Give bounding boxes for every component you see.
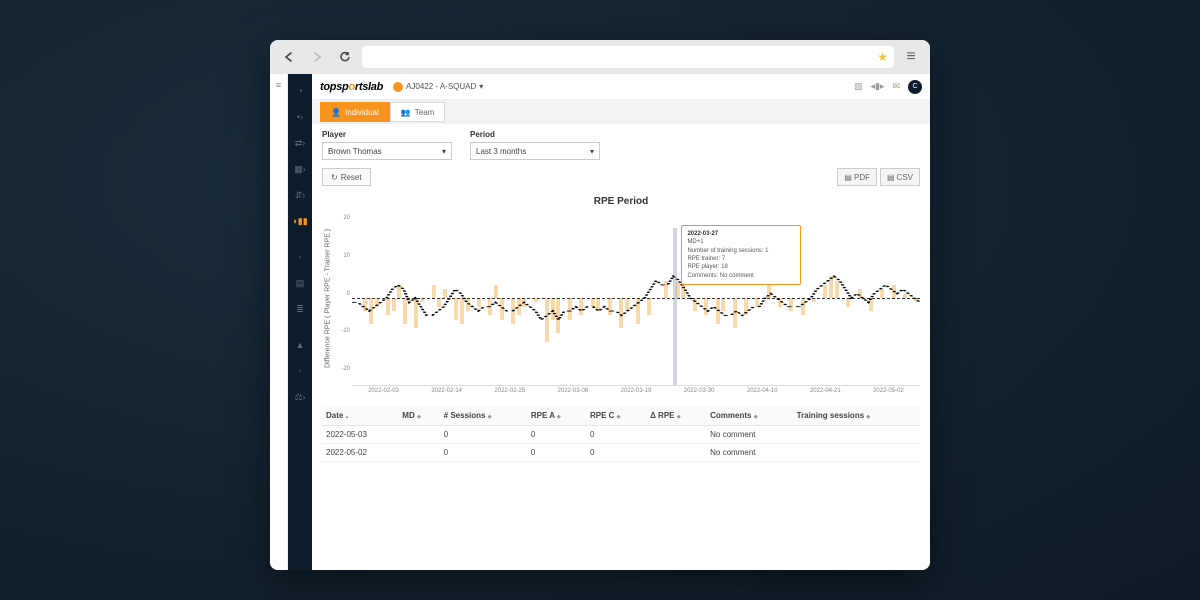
player-label: Player [322,130,452,139]
sidebar-item-1[interactable]: •› [288,104,312,130]
avatar[interactable]: C [908,80,922,94]
chart-title: RPE Period [322,196,920,207]
chart-section: RPE Period Difference RPE ( Player RPE -… [312,192,930,398]
table-col-0[interactable]: Date ▴ [322,406,398,426]
table-col-4[interactable]: RPE C ◆ [586,406,646,426]
table-row[interactable]: 2022-05-03000No comment [322,426,920,444]
chart-tooltip: 2022-03-27 MD+1 Number of training sessi… [681,225,801,285]
app-logo: topsportslab [320,81,383,93]
browser-menu-icon[interactable]: ≡ [900,48,922,66]
crest-icon [393,82,403,92]
browser-toolbar: ★ ≡ [270,40,930,74]
table-col-6[interactable]: Comments ◆ [706,406,792,426]
app-content: ≡ ◔ •› ⇄› ▦› ⇵› ◗▮▮ ◦ ▤ ≣ ▲ ◦ ⚖› topspor… [270,74,930,570]
player-select[interactable]: Brown Thomas▾ [322,142,452,160]
table-col-1[interactable]: MD ◆ [398,406,439,426]
url-bar[interactable]: ★ [362,46,894,68]
sidebar-item-dashboard[interactable]: ◔ [288,78,312,104]
export-pdf-button[interactable]: ▤PDF [837,168,877,186]
forward-button[interactable] [306,46,328,68]
chevron-down-icon: ▾ [442,147,446,156]
header-action-3[interactable]: ✉ [892,81,900,92]
browser-window: ★ ≡ ≡ ◔ •› ⇄› ▦› ⇵› ◗▮▮ ◦ ▤ ≣ ▲ ◦ ⚖› top… [270,40,930,570]
period-label: Period [470,130,600,139]
reload-button[interactable] [334,46,356,68]
tab-bar: 👤Individual 👥Team [312,100,930,124]
back-button[interactable] [278,46,300,68]
sidebar-item-5[interactable]: ◦ [288,244,312,270]
app-header: topsportslab AJ0422 - A-SQUAD ▾ ▧ ◂▮▸ ✉ … [312,74,930,100]
sidebar-item-3[interactable]: ▦› [288,156,312,182]
file-icon: ▤ [844,173,852,182]
export-csv-button[interactable]: ▤CSV [880,168,920,186]
filter-row: Player Brown Thomas▾ Period Last 3 month… [312,124,930,166]
bookmark-star-icon[interactable]: ★ [877,50,888,64]
hover-vline [673,228,677,385]
period-select[interactable]: Last 3 months▾ [470,142,600,160]
refresh-icon: ↻ [331,173,338,182]
sidebar-item-7[interactable]: ≣ [288,296,312,322]
tab-individual[interactable]: 👤Individual [320,102,390,122]
sidebar-item-9[interactable]: ◦ [288,358,312,384]
sidebar-item-4[interactable]: ⇵› [288,182,312,208]
main-area: topsportslab AJ0422 - A-SQUAD ▾ ▧ ◂▮▸ ✉ … [312,74,930,570]
table-col-5[interactable]: Δ RPE ◆ [646,406,706,426]
sidebar-item-rpe[interactable]: ◗▮▮ [288,208,312,234]
header-action-1[interactable]: ▧ [854,81,863,92]
chart-area: Difference RPE ( Player RPE - Trainer RP… [322,211,920,386]
data-table: Date ▴MD ◆# Sessions ◆RPE A ◆RPE C ◆Δ RP… [322,406,920,462]
reset-button[interactable]: ↻Reset [322,168,371,186]
table-header-row: Date ▴MD ◆# Sessions ◆RPE A ◆RPE C ◆Δ RP… [322,406,920,426]
table-row[interactable]: 2022-05-02000No comment [322,444,920,462]
y-axis: 20100-10-20 [334,211,352,386]
sidebar-item-6[interactable]: ▤ [288,270,312,296]
person-icon: 👤 [331,108,341,117]
squad-selector[interactable]: AJ0422 - A-SQUAD ▾ [393,82,483,92]
sidebar: ◔ •› ⇄› ▦› ⇵› ◗▮▮ ◦ ▤ ≣ ▲ ◦ ⚖› [288,74,312,570]
table-col-2[interactable]: # Sessions ◆ [440,406,527,426]
sidebar-item-8[interactable]: ▲ [288,332,312,358]
bars-icon: ◗▮▮ [292,216,307,227]
x-axis: 2022-02-032022-02-142022-02-252022-03-08… [322,388,920,394]
y-axis-label: Difference RPE ( Player RPE - Trainer RP… [322,211,334,386]
people-icon: 👥 [401,108,411,117]
table-body: 2022-05-03000No comment2022-05-02000No c… [322,426,920,462]
table-section: Date ▴MD ◆# Sessions ◆RPE A ◆RPE C ◆Δ RP… [312,398,930,462]
file-icon: ▤ [887,173,895,182]
action-row: ↻Reset ▤PDF ▤CSV [312,166,930,192]
chevron-down-icon: ▾ [590,147,594,156]
table-col-3[interactable]: RPE A ◆ [527,406,586,426]
squad-label: AJ0422 - A-SQUAD [406,82,476,91]
table-col-7[interactable]: Training sessions ◆ [793,406,920,426]
header-action-2[interactable]: ◂▮▸ [870,81,884,92]
sidebar-item-2[interactable]: ⇄› [288,130,312,156]
gauge-icon: ◔ [297,86,302,96]
chevron-down-icon: ▾ [479,82,483,91]
menu-toggle-icon[interactable]: ≡ [270,74,288,570]
sidebar-item-10[interactable]: ⚖› [288,384,312,410]
tab-team[interactable]: 👥Team [390,102,446,122]
chart-plot[interactable]: 2022-03-27 MD+1 Number of training sessi… [352,211,920,386]
chart-line [352,211,920,385]
